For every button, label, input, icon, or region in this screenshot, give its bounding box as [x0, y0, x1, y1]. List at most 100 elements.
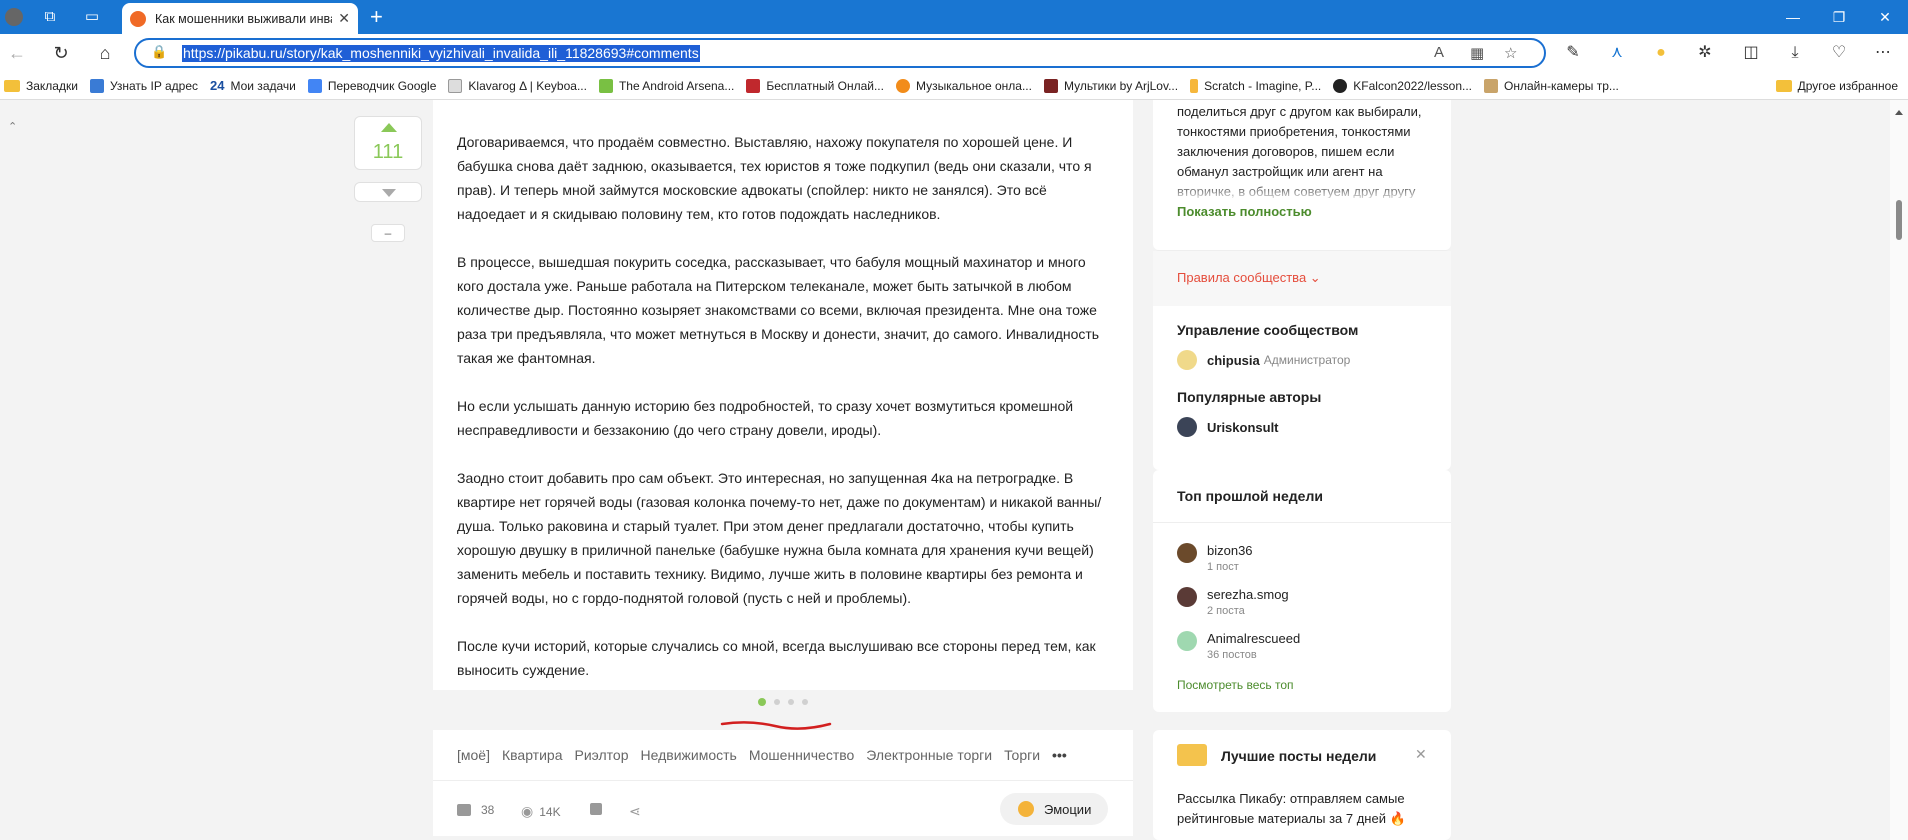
- tag[interactable]: Квартира: [502, 747, 563, 763]
- upvote-icon[interactable]: [381, 123, 397, 132]
- scrollbar-thumb[interactable]: [1896, 200, 1902, 240]
- tag[interactable]: [моё]: [457, 747, 490, 763]
- close-icon[interactable]: ✕: [1415, 746, 1427, 763]
- extensions-icon[interactable]: ✲: [1692, 41, 1718, 65]
- scroll-up-icon[interactable]: ⌃: [8, 120, 17, 133]
- bookmark-item[interactable]: Переводчик Google: [307, 78, 436, 93]
- lightbulb-icon[interactable]: ●: [1648, 41, 1674, 65]
- bookmark-item[interactable]: 24 Мои задачи: [210, 78, 296, 93]
- post-text: Договариваемся, что продаём совместно. В…: [457, 130, 1107, 706]
- tag[interactable]: Риэлтор: [575, 747, 629, 763]
- avatar: [1177, 631, 1197, 651]
- performance-icon[interactable]: ♡: [1826, 41, 1852, 65]
- workspaces-icon[interactable]: ⧉: [38, 5, 62, 29]
- slider-dot[interactable]: [758, 698, 766, 706]
- url-text[interactable]: https://pikabu.ru/story/kak_moshenniki_v…: [182, 45, 700, 62]
- top-user-posts: 1 пост: [1207, 561, 1239, 573]
- community-rules-link[interactable]: Правила сообщества ⌄: [1177, 270, 1321, 286]
- popular-author[interactable]: Uriskonsult: [1177, 417, 1279, 437]
- avatar: [1177, 543, 1197, 563]
- bookmark-item[interactable]: Мультики by ArjLov...: [1043, 78, 1178, 93]
- tag[interactable]: Электронные торги: [866, 747, 992, 763]
- bookmark-item[interactable]: Онлайн-камеры тр...: [1484, 78, 1619, 93]
- bookmark-item[interactable]: KFalcon2022/lesson...: [1333, 78, 1472, 93]
- page-scrollbar[interactable]: [1890, 100, 1908, 840]
- new-tab-icon[interactable]: +: [370, 5, 383, 29]
- bookmark-item[interactable]: The Android Arsena...: [598, 78, 734, 93]
- scroll-up-arrow-icon[interactable]: [1895, 110, 1903, 115]
- save-button[interactable]: [590, 803, 602, 815]
- show-full-link[interactable]: Показать полностью: [1177, 204, 1312, 219]
- minimize-icon[interactable]: —: [1770, 0, 1816, 34]
- read-aloud-icon[interactable]: A: [1434, 44, 1444, 61]
- tab-active[interactable]: Как мошенники выживали инва ✕: [122, 3, 358, 34]
- top-user[interactable]: serezha.smog 2 поста: [1177, 587, 1289, 617]
- close-tab-icon[interactable]: ✕: [338, 10, 350, 27]
- see-all-top-link[interactable]: Посмотреть весь топ: [1177, 678, 1294, 692]
- slider-dot[interactable]: [788, 699, 794, 705]
- tab-actions-icon[interactable]: ▭: [80, 5, 104, 29]
- post-actions: 38 ◉ 14K ⋖ Эмоции: [433, 780, 1133, 836]
- comments-button[interactable]: 38: [457, 803, 494, 817]
- bookmark-item[interactable]: Музыкальное онла...: [895, 78, 1032, 93]
- app-available-icon[interactable]: ▦: [1470, 44, 1484, 62]
- other-bookmarks[interactable]: Другое избранное: [1775, 79, 1898, 93]
- post-paragraph: Договариваемся, что продаём совместно. В…: [457, 134, 1092, 222]
- tag[interactable]: Мошенничество: [749, 747, 854, 763]
- back-icon[interactable]: ←: [4, 41, 30, 65]
- folder-icon: [1775, 80, 1792, 92]
- settings-menu-icon[interactable]: ⋯: [1870, 41, 1896, 65]
- community-info: поделиться друг с другом как выбирали, т…: [1153, 100, 1451, 250]
- admin-name[interactable]: chipusia: [1207, 353, 1260, 368]
- admin-user[interactable]: chipusia Администратор: [1177, 350, 1350, 370]
- bookmark-item[interactable]: Узнать IP адрес: [89, 78, 198, 93]
- popular-author-name[interactable]: Uriskonsult: [1207, 420, 1279, 435]
- downvote-button[interactable]: [354, 182, 422, 202]
- emotions-button[interactable]: Эмоции: [1000, 793, 1108, 825]
- slider-dot[interactable]: [802, 699, 808, 705]
- envelope-icon: [1177, 744, 1207, 766]
- bookmark-item[interactable]: Закладки: [4, 79, 78, 93]
- android-icon: [598, 78, 613, 93]
- address-field[interactable]: 🔒 https://pikabu.ru/story/kak_moshenniki…: [134, 38, 1546, 68]
- tag[interactable]: Недвижимость: [641, 747, 737, 763]
- restore-icon[interactable]: ❐: [1816, 0, 1862, 34]
- avatar: [1177, 417, 1197, 437]
- comments-count: 38: [481, 803, 495, 817]
- top-title: Топ прошлой недели: [1177, 488, 1323, 504]
- online-icon: [746, 78, 761, 93]
- views-stat: ◉ 14K: [521, 803, 561, 820]
- bookmark-item[interactable]: Бесплатный Онлай...: [746, 78, 884, 93]
- collapse-button[interactable]: –: [371, 224, 405, 242]
- bookmark-item[interactable]: Klavarog Δ | Keyboa...: [448, 78, 587, 93]
- share-button[interactable]: ⋖: [629, 803, 641, 820]
- top-user[interactable]: bizon36 1 пост: [1177, 543, 1253, 573]
- github-icon: [1333, 78, 1348, 93]
- best-posts-week: Лучшие посты недели ✕ Рассылка Пикабу: о…: [1153, 730, 1451, 840]
- close-window-icon[interactable]: ✕: [1862, 0, 1908, 34]
- bookmark-item[interactable]: Scratch - Imagine, P...: [1190, 78, 1321, 93]
- split-screen-icon[interactable]: ◫: [1738, 41, 1764, 65]
- share-icon: ⋖: [629, 803, 641, 819]
- slider-dot[interactable]: [774, 699, 780, 705]
- home-icon[interactable]: ⌂: [92, 41, 118, 65]
- top-user-name[interactable]: serezha.smog: [1207, 587, 1289, 602]
- top-user-name[interactable]: Animalrescueed: [1207, 631, 1300, 646]
- profile-avatar-icon[interactable]: [2, 5, 26, 29]
- rating-value: 111: [372, 141, 404, 163]
- acrobat-icon[interactable]: ⋏: [1604, 41, 1630, 65]
- top-user[interactable]: Animalrescueed 36 постов: [1177, 631, 1300, 661]
- lock-icon[interactable]: 🔒: [151, 44, 167, 60]
- top-user-name[interactable]: bizon36: [1207, 543, 1253, 558]
- scratch-icon: [1190, 78, 1199, 93]
- divider: [1153, 522, 1451, 523]
- bookmarks-bar: Закладки Узнать IP адрес 24 Мои задачи Пе…: [0, 72, 1908, 100]
- eyedropper-icon[interactable]: ✎: [1560, 41, 1586, 65]
- favorite-star-icon[interactable]: ☆: [1504, 44, 1517, 62]
- best-posts-text: Рассылка Пикабу: отправляем самые рейтин…: [1177, 791, 1406, 826]
- more-tags-icon[interactable]: •••: [1052, 747, 1067, 763]
- reload-icon[interactable]: ↻: [48, 41, 74, 65]
- downloads-icon[interactable]: ⤓: [1782, 41, 1808, 65]
- tag[interactable]: Торги: [1004, 747, 1040, 763]
- post-paragraph: Но если услышать данную историю без подр…: [457, 398, 1074, 438]
